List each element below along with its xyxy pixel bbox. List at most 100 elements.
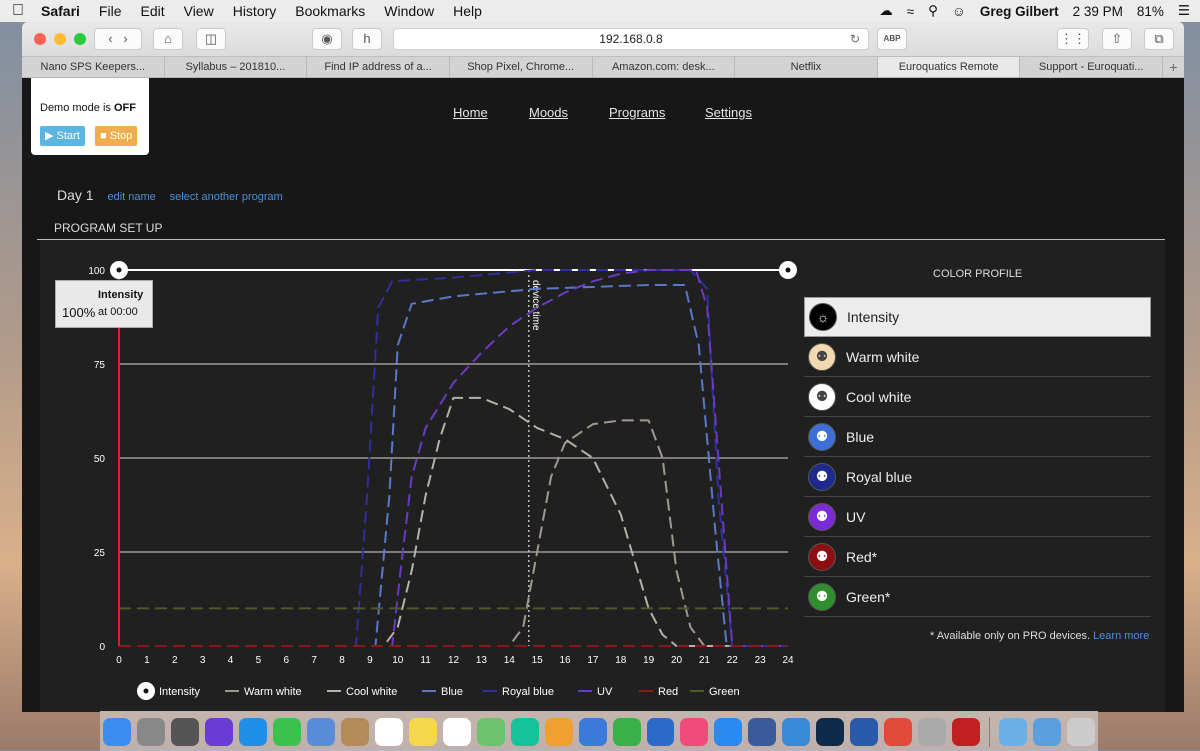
menu-edit[interactable]: Edit	[140, 3, 164, 19]
printer-icon[interactable]	[918, 717, 947, 746]
forward-icon[interactable]: ›	[123, 31, 127, 46]
nav-home[interactable]: Home	[453, 105, 488, 120]
reminders-icon[interactable]	[442, 717, 471, 746]
menu-app[interactable]: Safari	[41, 3, 80, 19]
color-profile-item-red[interactable]: ⚉ Red*	[804, 537, 1151, 577]
tooltip-value: 100%	[62, 305, 96, 320]
demo-start-button[interactable]: ▶ Start	[40, 126, 85, 146]
battery-percent[interactable]: 81%	[1137, 4, 1164, 19]
minimize-window-button[interactable]	[54, 33, 66, 45]
tab-syllabus[interactable]: Syllabus – 201810...	[165, 57, 308, 77]
select-another-program-link[interactable]: select another program	[170, 191, 283, 203]
contacts-icon[interactable]	[340, 717, 369, 746]
finder-icon[interactable]	[103, 717, 131, 746]
adblock-icon: ABP	[883, 34, 901, 43]
apple-icon[interactable]: 	[12, 2, 24, 20]
adblock-button[interactable]: ABP	[877, 28, 907, 50]
color-profile-item-royal-blue[interactable]: ⚉ Royal blue	[804, 457, 1151, 497]
back-icon[interactable]: ‹	[108, 31, 112, 46]
grammarly-icon[interactable]	[510, 717, 539, 746]
menu-file[interactable]: File	[99, 3, 122, 19]
program-panel: 0 25 50 75 100 0 1 2 3 4 5 6 7 8 9 10 11 12 13 14 15 16 17 18 19…	[40, 240, 1165, 712]
downloads-icon[interactable]	[1033, 717, 1062, 746]
honey-button[interactable]: h	[352, 28, 382, 50]
siri-icon[interactable]	[204, 717, 233, 746]
x-tick-label: 21	[699, 655, 711, 666]
tab-find-ip[interactable]: Find IP address of a...	[307, 57, 450, 77]
trash-icon[interactable]	[1067, 717, 1096, 746]
sidebar-button[interactable]: ◫	[196, 28, 226, 50]
menu-history[interactable]: History	[233, 3, 277, 19]
extensions-button[interactable]: ⋮⋮	[1057, 28, 1089, 50]
menu-help[interactable]: Help	[453, 3, 482, 19]
bulb-icon: ⚉	[808, 342, 836, 371]
color-profile-label: Green*	[846, 588, 891, 605]
tab-euroquatics-remote[interactable]: Euroquatics Remote	[877, 57, 1021, 77]
color-profile-item-green[interactable]: ⚉ Green*	[804, 577, 1151, 617]
keynote2-icon[interactable]	[646, 717, 675, 746]
numbers-icon[interactable]	[612, 717, 641, 746]
color-profile-item-blue[interactable]: ⚉ Blue	[804, 417, 1151, 457]
wifi-icon[interactable]: ≈	[907, 4, 914, 19]
menu-list-icon[interactable]: ☰	[1178, 3, 1190, 19]
folder-icon[interactable]	[999, 717, 1028, 746]
home-icon: ⌂	[164, 31, 172, 46]
itunes-icon[interactable]	[680, 717, 709, 746]
tab-amazon[interactable]: Amazon.com: desk...	[593, 57, 736, 77]
home-button[interactable]: ⌂	[153, 28, 183, 50]
launchpad-icon[interactable]	[170, 717, 199, 746]
share-button[interactable]: ⇧	[1102, 28, 1132, 50]
program-chart[interactable]: 02550751000 1 2 3 4 5 6 7 8 9 10 11 12 13 14 15 16 17 18 19…	[40, 240, 800, 712]
notes-icon[interactable]	[408, 717, 437, 746]
back-forward-buttons[interactable]: ‹ ›	[94, 28, 142, 50]
nav-programs[interactable]: Programs	[609, 105, 665, 120]
reload-icon[interactable]: ↻	[850, 29, 860, 49]
new-tab-button[interactable]: +	[1163, 57, 1184, 77]
bookmark-icon[interactable]	[782, 717, 811, 746]
tab-support-euroquatics[interactable]: Support - Euroquati...	[1020, 57, 1163, 77]
keynote-icon[interactable]	[578, 717, 607, 746]
acrobat-icon[interactable]	[952, 717, 981, 746]
app-store-icon[interactable]	[714, 717, 743, 746]
search-icon[interactable]: ⚲	[928, 3, 938, 19]
tabs-overview-button[interactable]: ⧉	[1144, 28, 1174, 50]
zoom-window-button[interactable]	[74, 33, 86, 45]
tab-nano-sps[interactable]: Nano SPS Keepers...	[22, 57, 165, 77]
nav-settings[interactable]: Settings	[705, 105, 752, 120]
maps-icon[interactable]	[476, 717, 505, 746]
program-header: Day 1 edit name select another program	[57, 187, 283, 203]
close-window-button[interactable]	[34, 33, 46, 45]
safari-icon[interactable]	[238, 717, 267, 746]
photoshop-icon[interactable]	[816, 717, 845, 746]
demo-stop-button[interactable]: ■ Stop	[95, 126, 138, 146]
grammarly-button[interactable]: ◉	[312, 28, 342, 50]
nav-moods[interactable]: Moods	[529, 105, 568, 120]
tab-netflix[interactable]: Netflix	[735, 57, 878, 77]
preview-icon[interactable]	[306, 717, 335, 746]
calendar-icon[interactable]	[374, 717, 403, 746]
menu-view[interactable]: View	[184, 3, 214, 19]
photos-icon[interactable]	[544, 717, 573, 746]
edit-name-link[interactable]: edit name	[107, 191, 155, 203]
color-profile-item-warm-white[interactable]: ⚉ Warm white	[804, 337, 1151, 377]
menu-window[interactable]: Window	[384, 3, 434, 19]
cloud-icon[interactable]: ☁	[879, 3, 893, 19]
color-profile-item-intensity[interactable]: ☼ Intensity	[804, 297, 1151, 337]
tab-shop-pixel[interactable]: Shop Pixel, Chrome...	[450, 57, 593, 77]
series-warm-white	[119, 419, 788, 647]
address-bar[interactable]: 192.168.0.8 ↻	[393, 28, 869, 50]
url-text[interactable]: 192.168.0.8	[599, 32, 662, 46]
system-preferences-icon[interactable]	[136, 717, 165, 746]
browser-window: ‹ › ⌂ ◫ ◉ h 192.168.0.8 ↻ ABP ⋮⋮ ⇧ ⧉ Nan…	[22, 22, 1184, 712]
pandora-icon[interactable]	[748, 717, 777, 746]
chrome-icon[interactable]	[884, 717, 913, 746]
user-name[interactable]: Greg Gilbert	[980, 4, 1059, 19]
clock[interactable]: 2 39 PM	[1073, 4, 1123, 19]
color-profile-item-uv[interactable]: ⚉ UV	[804, 497, 1151, 537]
x-tick-label: 18	[615, 655, 627, 666]
word-icon[interactable]	[850, 717, 879, 746]
messages-icon[interactable]	[272, 717, 301, 746]
color-profile-item-cool-white[interactable]: ⚉ Cool white	[804, 377, 1151, 417]
menu-bookmarks[interactable]: Bookmarks	[295, 3, 365, 19]
learn-more-link[interactable]: Learn more	[1093, 630, 1149, 642]
